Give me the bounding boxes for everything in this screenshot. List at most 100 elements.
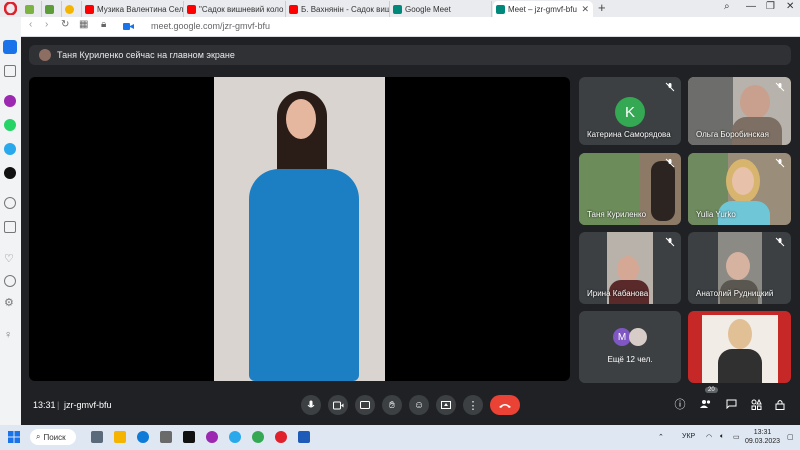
people-count-badge: 20 bbox=[705, 387, 718, 393]
participant-tile[interactable]: Ирина Кабанова bbox=[579, 232, 681, 304]
reload-icon[interactable]: ↻ bbox=[61, 19, 69, 30]
opera-logo-icon[interactable] bbox=[4, 2, 17, 15]
tab-google-meet[interactable]: Google Meet bbox=[390, 1, 492, 17]
host-controls-button[interactable] bbox=[773, 397, 787, 411]
player-icon[interactable] bbox=[4, 197, 16, 209]
lock-icon[interactable]: 🔒︎ bbox=[101, 19, 106, 30]
history-icon[interactable] bbox=[4, 275, 16, 287]
messenger-icon[interactable] bbox=[4, 95, 16, 107]
tab-meet-active[interactable]: Meet – jzr-gmvf-bfu ✕ bbox=[493, 1, 593, 17]
camera-button[interactable] bbox=[328, 395, 348, 415]
present-screen-button[interactable] bbox=[436, 395, 456, 415]
participant-tile[interactable]: K Катерина Саморядова bbox=[579, 77, 681, 145]
task-view-icon[interactable] bbox=[91, 431, 103, 443]
tab-pinned-3[interactable] bbox=[62, 1, 82, 17]
new-tab-button[interactable]: + bbox=[598, 0, 606, 15]
tab-pinned-1[interactable] bbox=[22, 1, 42, 17]
camera-icon bbox=[332, 401, 343, 409]
edge-icon[interactable] bbox=[137, 431, 149, 443]
participant-tile[interactable]: Ольга Боробинская bbox=[688, 77, 791, 145]
video-figure-face bbox=[732, 167, 754, 195]
people-button[interactable] bbox=[699, 397, 713, 411]
tiktok-icon[interactable] bbox=[4, 167, 16, 179]
more-participants-tile[interactable]: M Ещё 12 чел. bbox=[579, 311, 681, 383]
captions-button[interactable] bbox=[355, 395, 375, 415]
store-icon[interactable] bbox=[160, 431, 172, 443]
tab-favicon-icon bbox=[25, 4, 34, 14]
heart-icon[interactable]: ♡ bbox=[4, 253, 16, 265]
meeting-details-button[interactable]: ⓘ bbox=[673, 397, 687, 411]
windows-start-icon[interactable] bbox=[8, 431, 20, 443]
tab-youtube-3[interactable]: Б. Вахнянін - Садок вишн... bbox=[286, 1, 390, 17]
microphone-button[interactable] bbox=[301, 395, 321, 415]
volume-icon[interactable]: 🔈︎ bbox=[720, 433, 724, 441]
more-options-button[interactable]: ⋮ bbox=[463, 395, 483, 415]
camera-in-use-icon[interactable] bbox=[123, 21, 134, 32]
video-figure-face bbox=[617, 256, 639, 282]
mic-off-icon bbox=[665, 158, 675, 168]
telegram-taskbar-icon[interactable] bbox=[229, 431, 241, 443]
activities-button[interactable] bbox=[749, 397, 763, 411]
send-icon[interactable] bbox=[4, 221, 16, 233]
viber-icon[interactable] bbox=[206, 431, 218, 443]
mic-off-icon bbox=[775, 158, 785, 168]
participant-tile[interactable] bbox=[688, 311, 791, 383]
end-call-button[interactable] bbox=[490, 395, 520, 415]
taskbar-search-label: Поиск bbox=[43, 432, 66, 442]
more-avatars: M bbox=[613, 328, 647, 346]
search-tabs-icon[interactable]: ⌕ bbox=[724, 1, 730, 12]
google-meet-icon bbox=[496, 4, 505, 14]
close-window-button[interactable]: ✕ bbox=[786, 1, 794, 12]
tab-pinned-2[interactable] bbox=[42, 1, 62, 17]
tray-chevron-icon[interactable]: ⌃ bbox=[658, 433, 664, 441]
telegram-icon[interactable] bbox=[4, 143, 16, 155]
tips-bulb-icon[interactable]: ♀ bbox=[4, 329, 16, 341]
presenter-avatar bbox=[39, 49, 51, 61]
taskbar-time: 13:31 bbox=[753, 429, 772, 436]
notifications-icon[interactable]: ▢ bbox=[787, 433, 794, 441]
app-s-icon[interactable] bbox=[183, 431, 195, 443]
close-tab-icon[interactable]: ✕ bbox=[581, 4, 589, 15]
reactions-button[interactable]: ☺ bbox=[409, 395, 429, 415]
participant-name: Yulia Yurko bbox=[696, 210, 736, 219]
speed-dial-grid-icon[interactable]: ▦ bbox=[79, 19, 88, 30]
battery-icon[interactable]: ▭ bbox=[733, 433, 740, 441]
microphone-icon bbox=[307, 400, 315, 408]
word-icon[interactable] bbox=[298, 431, 310, 443]
tab-title: Музика Валентина Сельв... bbox=[97, 4, 184, 14]
present-screen-icon bbox=[441, 400, 451, 409]
mic-off-icon bbox=[775, 82, 785, 92]
chat-button[interactable] bbox=[724, 397, 738, 411]
file-explorer-icon[interactable] bbox=[114, 431, 126, 443]
participant-tile[interactable]: Анатолий Рудницкий bbox=[688, 232, 791, 304]
main-video[interactable] bbox=[29, 77, 570, 381]
video-figure-body bbox=[718, 349, 762, 383]
raise-hand-button[interactable]: ✋︎ bbox=[382, 395, 402, 415]
chrome-icon[interactable] bbox=[252, 431, 264, 443]
participant-tile[interactable]: Таня Куриленко bbox=[579, 153, 681, 225]
mic-off-icon bbox=[665, 82, 675, 92]
whatsapp-icon[interactable] bbox=[4, 119, 16, 131]
maximize-button[interactable]: ❐ bbox=[766, 1, 775, 12]
participant-name: Ольга Боробинская bbox=[696, 130, 769, 139]
opera-taskbar-icon[interactable] bbox=[275, 431, 287, 443]
taskbar-search[interactable]: ⌕ Поиск bbox=[30, 429, 76, 445]
wifi-icon[interactable]: ◠ bbox=[706, 433, 712, 441]
settings-gear-icon[interactable]: ⚙ bbox=[4, 297, 16, 309]
activities-icon bbox=[751, 398, 762, 410]
speed-dial-icon[interactable] bbox=[3, 40, 17, 54]
taskbar-clock[interactable]: 13:31 09.03.2023 bbox=[745, 428, 780, 446]
address-bar: ‹ › ↻ ▦ 🔒︎ meet.google.com/jzr-gmvf-bfu bbox=[21, 17, 800, 37]
windows-taskbar: ⌕ Поиск ⌃ УКР ◠ 🔈︎ ▭ 13:31 09.03.2023 ▢ bbox=[0, 425, 800, 450]
tab-youtube-2[interactable]: "Садок вишневий коло х... bbox=[184, 1, 286, 17]
keyboard-language[interactable]: УКР bbox=[682, 433, 695, 440]
url-field[interactable]: meet.google.com/jzr-gmvf-bfu bbox=[151, 21, 270, 31]
minimize-button[interactable]: — bbox=[746, 1, 756, 12]
back-icon[interactable]: ‹ bbox=[29, 19, 32, 30]
home-icon[interactable] bbox=[4, 65, 16, 77]
participant-tile[interactable]: Yulia Yurko bbox=[688, 153, 791, 225]
tab-youtube-1[interactable]: Музика Валентина Сельв... bbox=[82, 1, 184, 17]
mic-off-icon bbox=[775, 237, 785, 247]
tab-title: Meet – jzr-gmvf-bfu bbox=[508, 4, 577, 14]
forward-icon[interactable]: › bbox=[45, 19, 48, 30]
